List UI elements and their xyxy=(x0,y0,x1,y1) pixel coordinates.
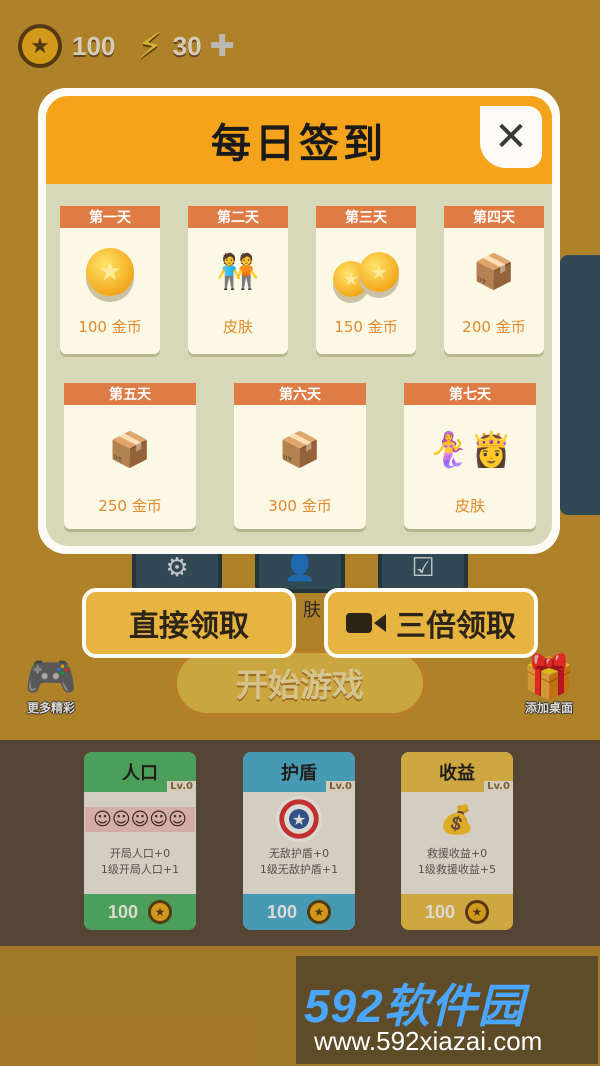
day-tag: 第一天 xyxy=(60,206,160,228)
day-tag: 第二天 xyxy=(188,206,288,228)
day-reward: 100 金币 xyxy=(78,318,142,336)
day-tag: 第四天 xyxy=(444,206,544,228)
watermark-url: www.592xiazai.com xyxy=(314,1026,543,1056)
coin-box-icon: 📦 xyxy=(108,430,152,470)
dialog-header: 每日签到 xyxy=(46,96,552,184)
day-card-5[interactable]: 第五天 📦 250 金币 xyxy=(64,383,196,529)
day-tag: 第六天 xyxy=(234,383,366,405)
day-card-6[interactable]: 第六天 📦 300 金币 xyxy=(234,383,366,529)
coin-box-icon: 📦 xyxy=(278,430,322,470)
dialog-title: 每日签到 xyxy=(211,121,387,167)
day-reward: 250 金币 xyxy=(98,497,162,515)
day-tag: 第七天 xyxy=(404,383,536,405)
day-reward: 皮肤 xyxy=(454,497,485,515)
close-icon: ✕ xyxy=(494,114,528,160)
day-reward: 150 金币 xyxy=(334,318,398,336)
coins-reward-icon: ★ ★ xyxy=(316,228,416,316)
daily-checkin-dialog: 每日签到 ✕ 第一天 ★ 100 金币 第二天 🧑‍🤝‍🧑 皮肤 第三天 ★ ★… xyxy=(38,88,560,554)
coin-box-icon: 📦 xyxy=(472,252,516,292)
day-tag: 第五天 xyxy=(64,383,196,405)
close-button[interactable]: ✕ xyxy=(480,106,542,168)
day-card-3[interactable]: 第三天 ★ ★ 150 金币 xyxy=(316,206,416,354)
day-card-7[interactable]: 第七天 🧜‍♀️👸 皮肤 xyxy=(404,383,536,529)
coin-reward-icon: ★ xyxy=(60,228,160,316)
day-reward: 300 金币 xyxy=(268,497,332,515)
triple-claim-label: 三倍领取 xyxy=(396,609,516,644)
triple-claim-button[interactable]: 三倍领取 xyxy=(324,588,538,658)
day-card-1[interactable]: 第一天 ★ 100 金币 xyxy=(60,206,160,354)
skin-reward-icon: 🧑‍🤝‍🧑 xyxy=(216,252,260,292)
day-tag: 第三天 xyxy=(316,206,416,228)
day-reward: 200 金币 xyxy=(462,318,526,336)
claim-button[interactable]: 直接领取 xyxy=(82,588,296,658)
video-icon xyxy=(346,613,386,633)
day-reward: 皮肤 xyxy=(222,318,253,336)
skin-reward-icon: 🧜‍♀️👸 xyxy=(427,430,513,470)
day-card-2[interactable]: 第二天 🧑‍🤝‍🧑 皮肤 xyxy=(188,206,288,354)
watermark: 592软件园 www.592xiazai.com xyxy=(296,956,598,1064)
day-card-4[interactable]: 第四天 📦 200 金币 xyxy=(444,206,544,354)
claim-label: 直接领取 xyxy=(129,609,249,644)
